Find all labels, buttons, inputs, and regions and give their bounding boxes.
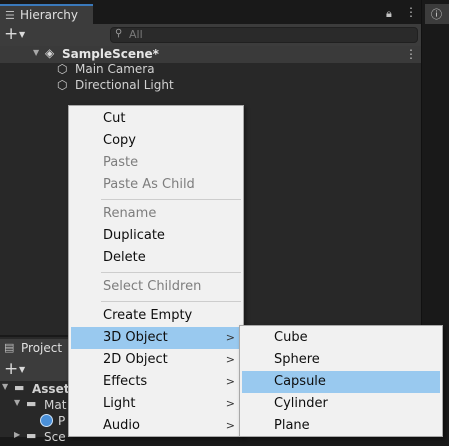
info-icon: ⓘ [431, 8, 442, 21]
hierarchy-tab-label: Hierarchy [20, 8, 79, 22]
menu-item-label: Cut [103, 111, 126, 126]
menu-item-paste-as-child[interactable]: Paste As Child [71, 174, 241, 196]
menu-item-label: Create Empty [103, 308, 193, 323]
submenu-item-cube[interactable]: Cube [242, 327, 440, 349]
menu-item-label: Copy [103, 133, 136, 148]
menu-item-light[interactable]: Light > [71, 393, 241, 415]
submenu-item-capsule[interactable]: Capsule [242, 371, 440, 393]
hierarchy-list-icon: ☰ [5, 9, 15, 22]
unity-scene-icon: ◈ [45, 46, 55, 60]
chevron-right-icon: > [225, 397, 235, 410]
hierarchy-tab[interactable]: ☰ Hierarchy [0, 4, 93, 24]
submenu-item-label: Capsule [274, 374, 326, 389]
search-input[interactable]: ⚲ All [110, 27, 418, 43]
more-options-icon[interactable]: ⋮ [405, 5, 417, 19]
menu-item-label: Effects [103, 374, 148, 389]
menu-item-label: 2D Object [103, 352, 168, 367]
menu-item-paste[interactable]: Paste [71, 152, 241, 174]
context-menu: Cut Copy Paste Paste As Child Rename Dup… [68, 105, 244, 437]
menu-item-delete[interactable]: Delete [71, 247, 241, 269]
hierarchy-item-main-camera[interactable]: ⬡ Main Camera [0, 62, 421, 78]
submenu-item-label: Plane [274, 418, 310, 433]
chevron-down-icon[interactable]: ▼ [19, 30, 25, 39]
submenu-item-label: Cylinder [274, 396, 328, 411]
add-icon[interactable]: + [4, 360, 18, 378]
menu-item-label: Audio [103, 418, 140, 433]
expand-arrow-icon[interactable]: ▼ [2, 382, 8, 391]
project-tab-label: Project [21, 341, 63, 355]
gameobject-cube-icon: ⬡ [57, 78, 68, 92]
hierarchy-tab-bar: ☰ Hierarchy 🔒︎ ⋮ [0, 0, 421, 24]
submenu-item-cylinder[interactable]: Cylinder [242, 393, 440, 415]
object-label: Main Camera [75, 62, 155, 76]
menu-item-3d-object[interactable]: 3D Object > [71, 327, 241, 349]
menu-item-effects[interactable]: Effects > [71, 371, 241, 393]
scene-row[interactable]: ▼ ◈ SampleScene* ⋮ [0, 46, 421, 63]
menu-item-select-children[interactable]: Select Children [71, 276, 241, 298]
scene-name: SampleScene* [62, 47, 159, 61]
menu-item-create-empty[interactable]: Create Empty [71, 305, 241, 327]
gameobject-cube-icon: ⬡ [57, 62, 68, 76]
expand-arrow-icon[interactable]: ▶ [14, 430, 20, 439]
menu-separator [101, 301, 241, 302]
chevron-right-icon: > [225, 353, 235, 366]
search-icon: ⚲ [115, 28, 123, 39]
menu-item-label: Select Children [103, 279, 202, 294]
submenu-item-plane[interactable]: Plane [242, 415, 440, 437]
chevron-right-icon: > [225, 375, 235, 388]
submenu-item-sphere[interactable]: Sphere [242, 349, 440, 371]
menu-item-copy[interactable]: Copy [71, 130, 241, 152]
submenu-item-label: Cube [274, 330, 308, 345]
menu-item-2d-object[interactable]: 2D Object > [71, 349, 241, 371]
tree-label: Sce [44, 430, 66, 444]
menu-item-label: Rename [103, 206, 157, 221]
submenu-3d-object: Cube Sphere Capsule Cylinder Plane [239, 325, 443, 437]
tree-label: Asset [32, 382, 70, 396]
scene-options-icon[interactable]: ⋮ [405, 47, 417, 61]
tree-label: P [58, 414, 66, 428]
folder-icon: ▬ [26, 397, 37, 410]
menu-item-label: Paste As Child [103, 177, 195, 192]
menu-item-rename[interactable]: Rename [71, 203, 241, 225]
object-label: Directional Light [75, 78, 174, 92]
chevron-right-icon: > [225, 331, 235, 344]
menu-item-label: Light [103, 396, 136, 411]
menu-item-label: Delete [103, 250, 146, 265]
submenu-item-label: Sphere [274, 352, 320, 367]
menu-item-label: 3D Object [103, 330, 168, 345]
menu-item-cut[interactable]: Cut [71, 108, 241, 130]
project-tab[interactable]: ▤ Project [0, 339, 70, 359]
inspector-tab[interactable]: ⓘ [425, 4, 449, 24]
menu-item-label: Paste [103, 155, 139, 170]
menu-item-audio[interactable]: Audio > [71, 415, 241, 437]
expand-arrow-icon[interactable]: ▼ [33, 48, 39, 57]
menu-item-duplicate[interactable]: Duplicate [71, 225, 241, 247]
chevron-right-icon: > [225, 419, 235, 432]
search-placeholder: All [129, 28, 143, 41]
add-icon[interactable]: + [4, 25, 18, 43]
menu-separator [101, 272, 241, 273]
hierarchy-toolbar: + ▼ ⚲ All [0, 24, 421, 47]
menu-separator [101, 199, 241, 200]
material-sphere-icon [40, 414, 53, 427]
menu-item-label: Duplicate [103, 228, 165, 243]
lock-icon[interactable]: 🔒︎ [386, 7, 392, 21]
folder-icon: ▬ [26, 429, 37, 442]
expand-arrow-icon[interactable]: ▼ [14, 398, 20, 407]
chevron-down-icon[interactable]: ▼ [19, 365, 25, 374]
folder-icon: ▬ [14, 381, 25, 394]
tree-label: Mat [44, 398, 67, 412]
hierarchy-item-directional-light[interactable]: ⬡ Directional Light [0, 78, 421, 94]
folder-icon: ▤ [4, 341, 15, 354]
